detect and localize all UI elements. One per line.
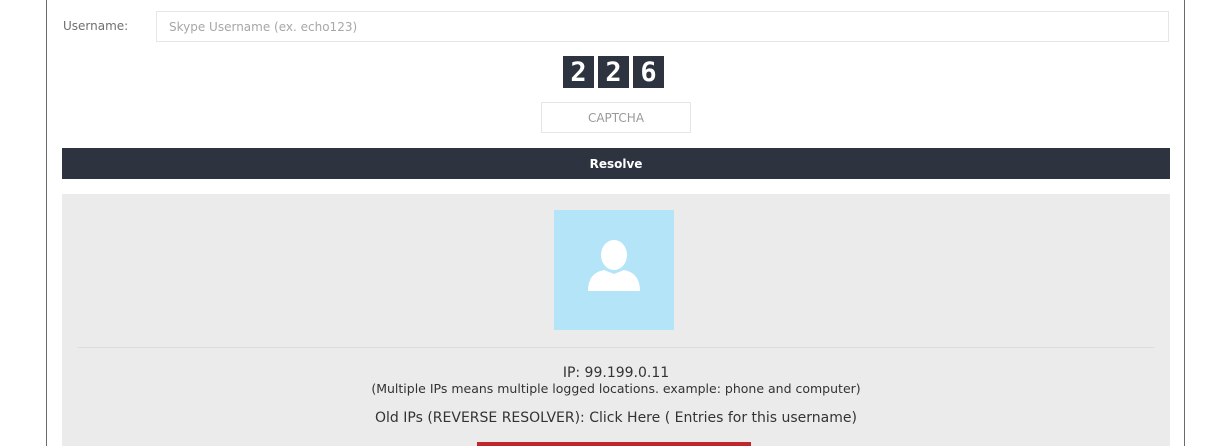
red-accent-bar <box>477 442 751 446</box>
captcha-digit: 2 <box>563 56 594 88</box>
multi-ip-note: (Multiple IPs means multiple logged loca… <box>371 381 861 396</box>
ip-address: IP: 99.199.0.11 <box>562 365 670 381</box>
captcha-digit: 6 <box>633 56 664 88</box>
old-ips-link[interactable]: Click Here <box>589 410 660 426</box>
entries-text: ( Entries for this username) <box>660 410 857 426</box>
user-silhouette-icon <box>588 240 640 291</box>
resolve-button[interactable]: Resolve <box>62 148 1170 179</box>
result-panel: IP: 99.199.0.11 (Multiple IPs means mult… <box>62 194 1170 446</box>
captcha-image: 2 2 6 <box>563 56 664 88</box>
username-input[interactable] <box>156 11 1169 42</box>
username-label: Username: <box>63 19 129 33</box>
avatar <box>554 210 674 330</box>
old-ips-line: Old IPs (REVERSE RESOLVER): Click Here (… <box>62 410 1170 426</box>
captcha-digit: 2 <box>598 56 629 88</box>
captcha-input[interactable] <box>541 102 691 133</box>
divider <box>78 347 1154 348</box>
old-ips-label: Old IPs (REVERSE RESOLVER): <box>375 410 590 426</box>
